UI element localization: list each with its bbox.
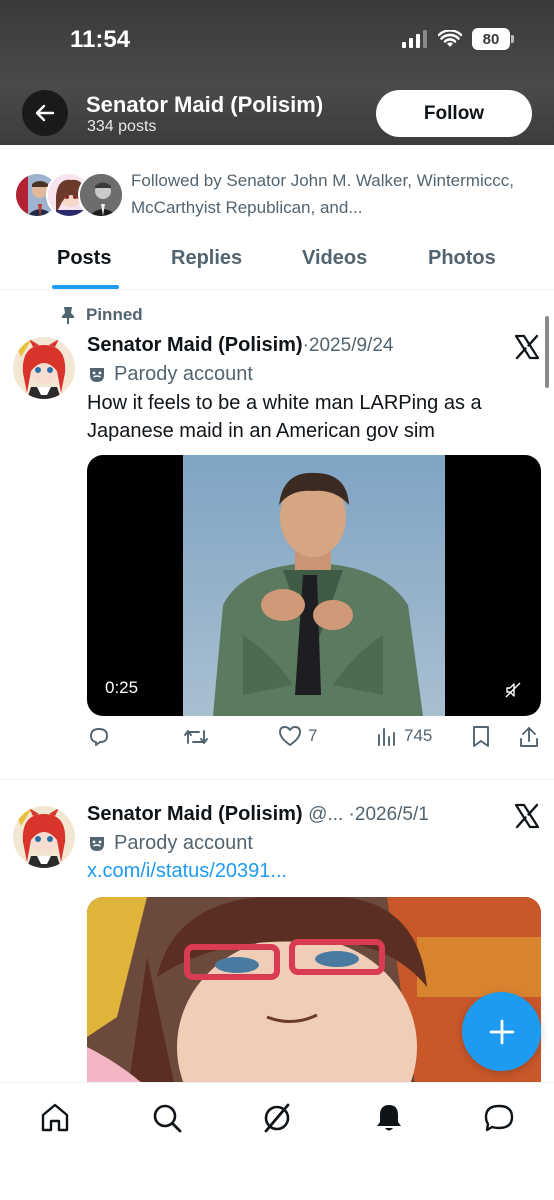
- plus-icon: [489, 1019, 514, 1044]
- video-duration: 0:25: [105, 678, 139, 697]
- bookmark-icon: [473, 726, 489, 747]
- parody-label: Parody account: [88, 363, 253, 386]
- heart-icon: [279, 726, 301, 746]
- post-meta: @... ·2026/5/1: [308, 804, 429, 825]
- nav-home[interactable]: [38, 1101, 72, 1135]
- parody-text: Parody account: [114, 832, 253, 854]
- post-meta: ·2025/9/24: [302, 335, 394, 356]
- share-icon: [520, 727, 538, 747]
- reply-button[interactable]: [87, 725, 111, 749]
- x-logo-icon[interactable]: [514, 334, 540, 360]
- repost-icon: [184, 730, 208, 744]
- post-text: How it feels to be a white man LARPing a…: [87, 392, 482, 442]
- post-divider: [0, 779, 554, 780]
- post-author[interactable]: Senator Maid (Polisim): [87, 334, 303, 356]
- views-icon: [378, 728, 395, 746]
- post-link[interactable]: x.com/i/status/20391...: [87, 860, 287, 883]
- arrow-left-icon: [35, 104, 55, 122]
- parody-label: Parody account: [88, 832, 253, 855]
- compose-button[interactable]: [462, 992, 541, 1071]
- pinned-text: Pinned: [86, 305, 143, 324]
- post-header: Senator Maid (Polisim)·2025/9/24: [87, 334, 393, 357]
- mute-icon[interactable]: [505, 682, 521, 698]
- status-icons: 80: [402, 28, 514, 50]
- home-icon: [41, 1103, 69, 1132]
- post-image[interactable]: [87, 897, 541, 1097]
- follower-avatars: [14, 172, 124, 218]
- pin-icon: [62, 307, 74, 324]
- avatar: [78, 172, 124, 218]
- share-button[interactable]: [518, 725, 540, 749]
- signal-icon: [402, 30, 427, 48]
- tab-replies[interactable]: Replies: [171, 247, 242, 270]
- tab-videos[interactable]: Videos: [302, 247, 367, 270]
- tab-photos[interactable]: Photos: [428, 247, 496, 270]
- views-button[interactable]: 745: [376, 725, 432, 747]
- bottom-nav: [0, 1082, 554, 1200]
- post-avatar[interactable]: [13, 337, 75, 399]
- like-count: 7: [308, 726, 318, 745]
- x-logo-icon[interactable]: [514, 803, 540, 829]
- status-time: 11:54: [70, 26, 131, 53]
- battery-indicator: 80: [472, 28, 514, 50]
- parody-text: Parody account: [114, 363, 253, 385]
- post-actions: 7 745: [87, 725, 547, 757]
- post-count: 334 posts: [87, 118, 157, 135]
- reply-icon: [90, 728, 108, 746]
- followed-by-row[interactable]: Followed by Senator John M. Walker, Wint…: [0, 145, 554, 235]
- tab-posts[interactable]: Posts: [57, 247, 111, 270]
- video-frame: [183, 455, 445, 716]
- post-avatar[interactable]: [13, 806, 75, 868]
- back-button[interactable]: [22, 90, 68, 136]
- theater-mask-icon: [90, 367, 104, 382]
- like-button[interactable]: 7: [278, 725, 317, 747]
- theater-mask-icon: [90, 836, 104, 851]
- follow-button[interactable]: Follow: [376, 90, 532, 137]
- nav-notifications[interactable]: [372, 1101, 406, 1135]
- wifi-icon: [438, 30, 462, 47]
- nav-grok[interactable]: [260, 1101, 294, 1135]
- nav-search[interactable]: [150, 1101, 184, 1135]
- nav-messages[interactable]: [482, 1101, 516, 1135]
- header-title: Senator Maid (Polisim): [86, 92, 324, 117]
- followed-by-text: Followed by Senator John M. Walker, Wint…: [131, 171, 514, 217]
- profile-header: 11:54 80 Senator Maid (Polisim) 334 post…: [0, 0, 554, 145]
- notifications-icon: [377, 1105, 401, 1131]
- repost-button[interactable]: [183, 725, 209, 749]
- bookmark-button[interactable]: [471, 725, 491, 749]
- pinned-label: Pinned: [60, 305, 143, 325]
- post-header: Senator Maid (Polisim) @... ·2026/5/1: [87, 803, 429, 826]
- views-count: 745: [404, 726, 433, 745]
- post-video[interactable]: 0:25: [87, 455, 541, 716]
- active-tab-indicator: [52, 285, 119, 289]
- scrollbar[interactable]: [545, 316, 549, 388]
- messages-icon: [484, 1104, 514, 1132]
- search-icon: [153, 1104, 182, 1133]
- profile-tabs: Posts Replies Videos Photos: [0, 235, 554, 290]
- post-author[interactable]: Senator Maid (Polisim): [87, 803, 303, 825]
- grok-icon: [264, 1103, 290, 1133]
